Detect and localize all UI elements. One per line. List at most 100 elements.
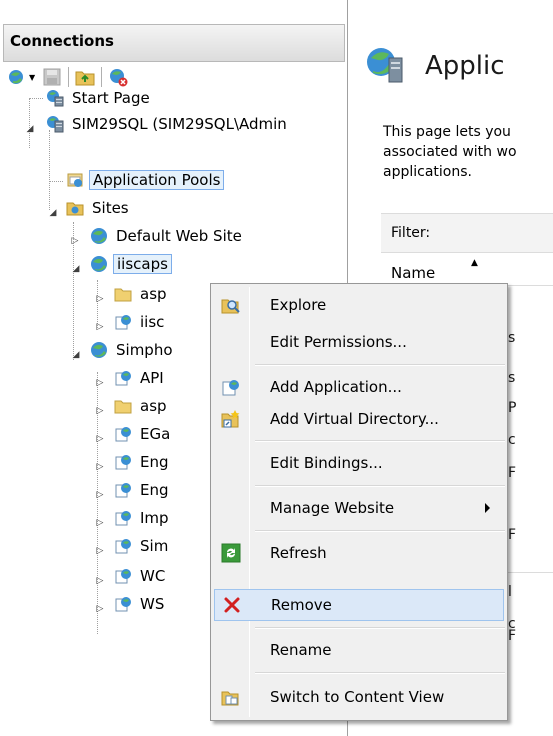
tree-line [29, 98, 30, 148]
row-fragment: F [508, 628, 517, 644]
save-icon[interactable] [41, 66, 63, 88]
collapse-arrow-icon[interactable]: ◢ [25, 124, 35, 134]
filter-label: Filter: [391, 225, 431, 241]
tree-item-label: Imp [140, 509, 169, 527]
tree-item-application[interactable]: EGa [114, 422, 173, 446]
up-folder-icon[interactable] [74, 66, 96, 88]
application-pools-icon [66, 171, 84, 189]
tree-item-iiscaps[interactable]: iiscaps [90, 252, 172, 276]
menu-item-edit-permissions[interactable]: Edit Permissions... [214, 326, 504, 358]
globe-icon [90, 341, 108, 359]
tree-item-application[interactable]: WS [114, 592, 167, 616]
tree-item-label: WS [140, 595, 165, 613]
expand-arrow-icon[interactable]: ▷ [95, 518, 105, 528]
tree-item-start-page[interactable]: Start Page [46, 86, 153, 110]
content-view-icon [214, 687, 248, 707]
toolbar-divider [68, 67, 70, 87]
tree-item-sites[interactable]: Sites [66, 196, 132, 220]
application-icon [114, 595, 132, 613]
filter-bar: Filter: [381, 213, 553, 253]
menu-item-refresh[interactable]: Refresh [214, 537, 504, 569]
expand-arrow-icon[interactable]: ▷ [70, 236, 80, 246]
tree-line [49, 181, 63, 182]
menu-item-label: Rename [270, 641, 332, 659]
tree-item-application[interactable]: Eng [114, 450, 172, 474]
application-icon [114, 425, 132, 443]
menu-separator [255, 627, 505, 629]
tree-item-application[interactable]: iisc [114, 310, 167, 334]
menu-separator [255, 440, 505, 442]
globe-icon [90, 255, 108, 273]
add-virtual-directory-icon [214, 409, 248, 429]
sort-ascending-icon: ▲ [471, 258, 478, 268]
application-icon [114, 369, 132, 387]
menu-item-label: Manage Website [270, 499, 395, 517]
connect-icon[interactable] [6, 66, 28, 88]
menu-item-label: Switch to Content View [270, 688, 445, 706]
collapse-arrow-icon[interactable]: ◢ [71, 264, 81, 274]
sites-folder-icon [66, 199, 84, 217]
menu-separator [255, 672, 505, 674]
expand-arrow-icon[interactable]: ▷ [95, 462, 105, 472]
application-icon [114, 567, 132, 585]
tree-item-simpho[interactable]: Simpho [90, 338, 176, 362]
tree-item-label: iisc [140, 313, 165, 331]
expand-arrow-icon[interactable]: ▷ [95, 490, 105, 500]
content-divider [503, 572, 553, 573]
menu-item-add-virtual-directory[interactable]: Add Virtual Directory... [214, 403, 504, 435]
menu-item-remove[interactable]: Remove [214, 589, 504, 621]
menu-item-switch-content-view[interactable]: Switch to Content View [214, 681, 504, 713]
tree-item-label: Eng [140, 481, 169, 499]
description-line: applications. [383, 164, 472, 180]
tree-item-folder[interactable]: asp [114, 282, 170, 306]
tree-item-label: Sim [140, 537, 169, 555]
column-header-name[interactable]: Name ▲ [381, 256, 553, 286]
tree-item-default-web-site[interactable]: Default Web Site [90, 224, 245, 248]
tree-item-application[interactable]: WC [114, 564, 168, 588]
tree-item-label: Application Pools [89, 170, 225, 190]
disconnect-icon[interactable] [107, 66, 129, 88]
folder-icon [114, 397, 132, 415]
tree-item-application-pools[interactable]: Application Pools [66, 168, 225, 192]
tree-item-application[interactable]: Eng [114, 478, 172, 502]
expand-arrow-icon[interactable]: ▷ [95, 604, 105, 614]
menu-item-rename[interactable]: Rename [214, 634, 504, 666]
tree-item-application[interactable]: Sim [114, 534, 171, 558]
menu-item-label: Edit Bindings... [270, 454, 383, 472]
expand-arrow-icon[interactable]: ▷ [95, 434, 105, 444]
page-description: This page lets you associated with wo ap… [383, 122, 553, 182]
expand-arrow-icon[interactable]: ▷ [95, 294, 105, 304]
tree-item-label: Default Web Site [116, 227, 242, 245]
expand-arrow-icon[interactable]: ▷ [95, 546, 105, 556]
chevron-down-icon[interactable]: ▼ [29, 73, 35, 82]
expand-arrow-icon[interactable]: ▷ [95, 322, 105, 332]
application-icon [114, 481, 132, 499]
tree-item-label: asp [140, 285, 167, 303]
menu-item-manage-website[interactable]: Manage Website [214, 492, 504, 524]
row-fragment: l [508, 584, 512, 600]
menu-item-label: Add Virtual Directory... [270, 410, 439, 428]
menu-item-edit-bindings[interactable]: Edit Bindings... [214, 447, 504, 479]
collapse-arrow-icon[interactable]: ◢ [48, 208, 58, 218]
toolbar-divider [101, 67, 103, 87]
tree-item-folder[interactable]: asp [114, 394, 170, 418]
menu-item-add-application[interactable]: Add Application... [214, 371, 504, 403]
row-fragment: s [508, 330, 516, 346]
tree-line [49, 130, 50, 210]
tree-item-application[interactable]: API [114, 366, 167, 390]
expand-arrow-icon[interactable]: ▷ [95, 406, 105, 416]
collapse-arrow-icon[interactable]: ◢ [71, 350, 81, 360]
menu-separator [255, 530, 505, 532]
tree-item-application[interactable]: Imp [114, 506, 172, 530]
tree-item-label: Simpho [116, 341, 173, 359]
tree-item-server[interactable]: SIM29SQL (SIM29SQL\Admin [46, 112, 290, 136]
server-globe-icon [365, 44, 405, 88]
expand-arrow-icon[interactable]: ▷ [95, 378, 105, 388]
menu-item-explore[interactable]: Explore [214, 289, 504, 321]
description-line: This page lets you [383, 124, 511, 140]
column-header-label: Name [391, 264, 436, 282]
tree-item-label: API [140, 369, 164, 387]
row-fragment: F [508, 465, 517, 481]
tree-item-label: Sites [92, 199, 129, 217]
expand-arrow-icon[interactable]: ▷ [95, 576, 105, 586]
